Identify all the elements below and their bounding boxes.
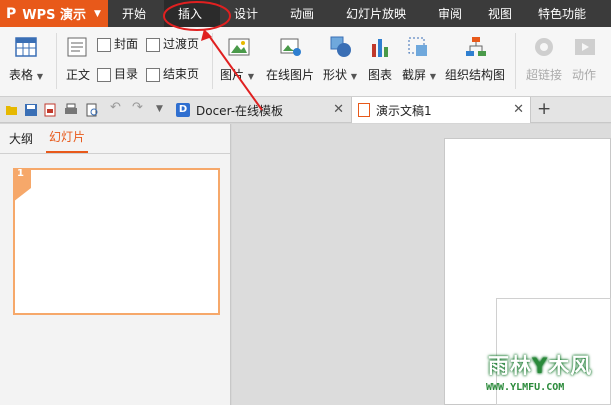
chart-icon [372,39,388,57]
customize-quick-access-icon[interactable]: ▼ [156,104,170,118]
chevron-down-icon: ▼ [36,72,43,81]
ending-page-icon [146,67,160,82]
action-icon [575,39,595,55]
redo-icon[interactable]: ↷ [132,100,146,115]
menu-tab-home[interactable]: 开始 [108,0,164,27]
picture-icon [228,38,250,56]
table-label: 表格 [9,68,34,82]
watermark-brand: 雨林Y木风 [488,354,593,378]
save-icon[interactable] [24,103,38,117]
hyperlink-icon [535,38,553,56]
transition-page-button[interactable]: 过渡页 [146,35,199,52]
body-text-icon [67,37,87,57]
hyperlink-button[interactable]: 超链接 [526,66,562,83]
menu-tab-view[interactable]: 视图 [474,0,524,27]
ylmf-watermark-logo: 雨林Y木风 WWW.YLMFU.COM [478,346,611,405]
menu-tab-review[interactable]: 审阅 [424,0,474,27]
transition-page-label: 过渡页 [163,37,200,51]
app-label: WPS 演示 [22,8,87,23]
tab-presentation-1-label: 演示文稿1 [376,103,432,118]
watermark-url: WWW.YLMFU.COM [486,382,565,393]
screenshot-label: 截屏 [402,68,427,82]
tab-slides[interactable]: 幻灯片 [46,128,89,153]
table-icon [15,37,37,57]
tab-docer-templates[interactable]: D Docer-在线模板 ✕ [170,97,350,123]
screenshot-button[interactable]: 截屏 ▼ [402,66,436,83]
cover-icon [97,37,111,52]
picture-button[interactable]: 图片 ▼ [220,66,254,83]
org-chart-button[interactable]: 组织结构图 [445,66,505,83]
screenshot-icon [408,37,427,56]
tab-outline[interactable]: 大纲 [6,130,36,153]
chart-button[interactable]: 图表 [368,66,392,83]
undo-icon[interactable]: ↶ [110,100,124,115]
menu-tab-features[interactable]: 特色功能 [524,0,586,27]
cover-button[interactable]: 封面 [97,35,138,52]
close-icon[interactable]: ✕ [333,102,344,117]
slide-thumbnail[interactable] [13,168,220,315]
print-preview-icon[interactable] [85,103,99,117]
online-picture-button[interactable]: 在线图片 [266,66,314,83]
chevron-down-icon: ▼ [429,72,436,81]
tab-docer-label: Docer-在线模板 [196,103,284,118]
shape-button[interactable]: 形状 ▼ [323,66,357,83]
toc-icon [97,67,111,82]
menu-bar: P WPS 演示 ▼ 开始 插入 设计 动画 幻灯片放映 审阅 视图 特色功能 [0,0,611,27]
slide-number-badge: 1 [13,168,31,188]
slide-thumbnail-corner [13,188,31,202]
quick-access-bar: ↶ ↷ ▼ D Docer-在线模板 ✕ 演示文稿1 ✕ + [0,97,611,123]
ribbon-divider [515,33,516,89]
tab-presentation-1[interactable]: 演示文稿1 ✕ [351,97,531,123]
body-text-button[interactable]: 正文 [66,66,90,83]
new-tab-icon[interactable]: + [537,99,551,119]
slides-pane: 大纲 幻灯片 1 [0,124,231,405]
print-icon[interactable] [64,103,78,117]
toc-label: 目录 [114,67,139,81]
menu-tab-insert[interactable]: 插入 [164,0,220,27]
action-button[interactable]: 动作 [572,66,596,83]
picture-label: 图片 [220,68,245,82]
docer-icon: D [176,103,190,117]
export-pdf-icon[interactable] [43,103,57,117]
chevron-down-icon: ▼ [247,72,254,81]
ending-page-button[interactable]: 结束页 [146,65,199,82]
open-folder-icon[interactable] [5,103,19,117]
cover-label: 封面 [114,37,139,51]
menu-tab-slideshow[interactable]: 幻灯片放映 [332,0,424,27]
chevron-down-icon: ▼ [350,72,357,81]
wps-app-menu-button[interactable]: P WPS 演示 ▼ [0,0,108,27]
transition-page-icon [146,37,160,52]
ribbon-divider [56,33,57,89]
chevron-down-icon: ▼ [94,8,101,19]
org-chart-icon [466,37,486,56]
menu-tab-design[interactable]: 设计 [220,0,276,27]
toc-button[interactable]: 目录 [97,65,138,82]
shape-label: 形状 [323,68,348,82]
ribbon-divider [212,33,213,89]
shape-icon [330,36,351,57]
menu-tab-animation[interactable]: 动画 [276,0,332,27]
presentation-file-icon [358,103,370,117]
online-picture-icon [280,38,301,56]
ending-page-label: 结束页 [163,67,200,81]
wps-logo-icon: P [6,5,17,22]
close-icon[interactable]: ✕ [513,102,524,117]
table-button[interactable]: 表格 ▼ [9,66,43,83]
pane-tabs: 大纲 幻灯片 [0,124,230,154]
ribbon-insert: 表格 ▼ 正文 封面 目录 过渡页 结束页 图片 ▼ 在线图片 形状 ▼ 图表 [0,27,611,97]
